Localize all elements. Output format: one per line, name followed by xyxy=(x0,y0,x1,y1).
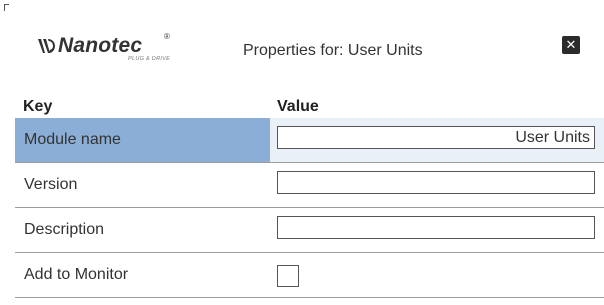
nanotec-logo-mark-icon xyxy=(38,39,55,53)
column-header-key: Key xyxy=(23,98,53,115)
key-cell: Description xyxy=(15,208,270,252)
value-cell xyxy=(270,208,604,252)
key-cell: Add to Monitor xyxy=(15,253,270,297)
close-button[interactable]: ✕ xyxy=(562,36,580,54)
value-cell xyxy=(270,253,604,297)
table-row-description[interactable]: Description xyxy=(15,208,604,253)
logo-registered-mark: ® xyxy=(164,32,170,41)
version-input[interactable] xyxy=(277,171,595,194)
key-label: Description xyxy=(24,221,105,238)
close-icon: ✕ xyxy=(565,37,577,52)
table-row-version[interactable]: Version xyxy=(15,163,604,208)
dialog-title: Properties for: User Units xyxy=(243,42,423,59)
logo-tagline: PLUG & DRIVE xyxy=(128,56,171,62)
properties-table: Key Value Module name User Units Version… xyxy=(15,92,604,298)
description-input[interactable] xyxy=(277,216,595,239)
key-cell: Module name xyxy=(15,118,270,162)
key-label: Module name xyxy=(24,131,121,148)
table-header-row: Key Value xyxy=(15,92,604,118)
dialog-header: Nanotec ® PLUG & DRIVE Properties for: U… xyxy=(0,0,604,92)
nanotec-logo: Nanotec ® PLUG & DRIVE xyxy=(36,32,176,66)
key-label: Version xyxy=(24,176,78,193)
key-cell: Version xyxy=(15,163,270,207)
module-name-input[interactable]: User Units xyxy=(277,126,595,149)
value-cell xyxy=(270,163,604,207)
logo-wordmark: Nanotec xyxy=(58,34,143,57)
column-header-value: Value xyxy=(277,98,319,115)
value-cell: User Units xyxy=(270,118,604,162)
table-row-add-to-monitor[interactable]: Add to Monitor xyxy=(15,253,604,298)
add-to-monitor-checkbox[interactable] xyxy=(277,265,299,287)
key-label: Add to Monitor xyxy=(24,266,129,283)
table-row-module-name[interactable]: Module name User Units xyxy=(15,118,604,163)
